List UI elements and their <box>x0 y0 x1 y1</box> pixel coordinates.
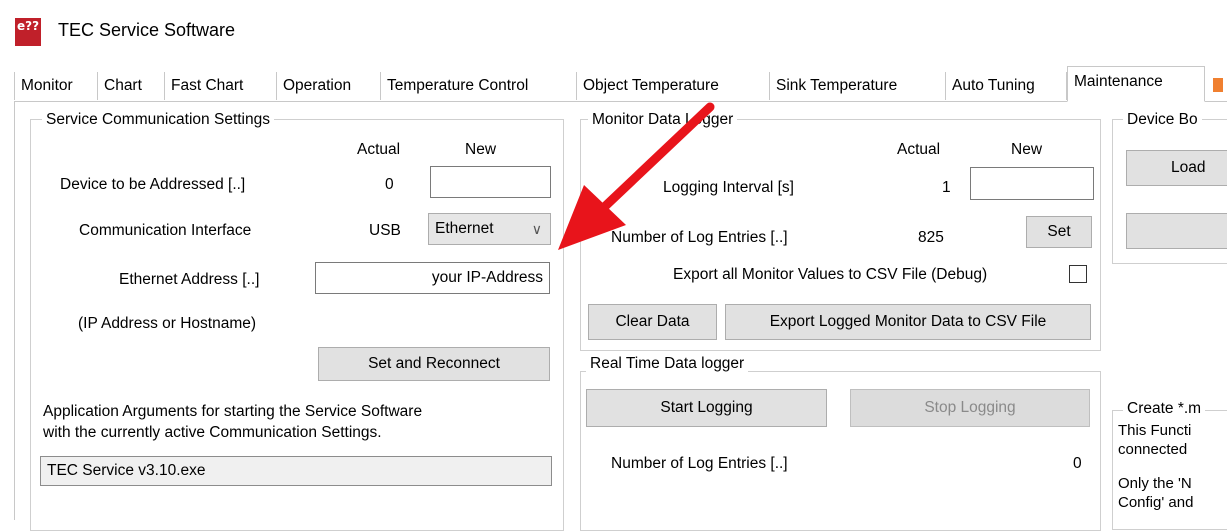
set-and-reconnect-button[interactable]: Set and Reconnect <box>318 347 550 381</box>
app-args-line1: Application Arguments for starting the S… <box>43 403 423 420</box>
create-line2: connected <box>1118 441 1188 458</box>
logging-interval-actual: 1 <box>942 179 951 196</box>
realtime-log-entries-value: 0 <box>1073 455 1082 472</box>
tab-chart[interactable]: Chart <box>98 72 165 100</box>
device-boot-button-2[interactable] <box>1126 213 1227 249</box>
window-title: TEC Service Software <box>58 20 236 40</box>
logging-interval-input[interactable] <box>970 167 1094 200</box>
monitor-col-new-label: New <box>1011 141 1043 158</box>
start-logging-button[interactable]: Start Logging <box>586 389 827 427</box>
device-addressed-label: Device to be Addressed [..] <box>60 176 246 193</box>
app-args-field[interactable]: TEC Service v3.10.exe <box>40 456 552 486</box>
device-boot-title: Device Bo <box>1123 111 1202 129</box>
realtime-log-entries-label: Number of Log Entries [..] <box>611 455 788 472</box>
tab-monitor[interactable]: Monitor <box>14 72 98 100</box>
communication-interface-selected: Ethernet <box>435 220 494 237</box>
log-entries-value: 825 <box>918 229 944 246</box>
communication-interface-select[interactable]: Ethernet ∨ <box>428 213 551 245</box>
load-button[interactable]: Load <box>1126 150 1227 186</box>
tab-scroll-partial <box>1213 78 1223 92</box>
clear-data-button[interactable]: Clear Data <box>588 304 717 340</box>
content-border <box>14 101 15 520</box>
red-arrow-annotation <box>558 102 715 250</box>
communication-interface-actual: USB <box>369 222 401 239</box>
export-logged-data-button[interactable]: Export Logged Monitor Data to CSV File <box>725 304 1091 340</box>
communication-interface-label: Communication Interface <box>79 222 252 239</box>
device-addressed-input[interactable] <box>430 166 551 198</box>
ip-hint-label: (IP Address or Hostname) <box>78 315 257 332</box>
tab-maintenance[interactable]: Maintenance <box>1067 66 1205 102</box>
set-button[interactable]: Set <box>1026 216 1092 248</box>
monitor-col-actual-label: Actual <box>897 141 941 158</box>
ethernet-address-label: Ethernet Address [..] <box>119 271 260 288</box>
tab-sink-temperature[interactable]: Sink Temperature <box>770 72 946 100</box>
tab-fast-chart[interactable]: Fast Chart <box>165 72 277 100</box>
realtime-data-logger-title: Real Time Data logger <box>586 355 749 373</box>
create-line3: Only the 'N <box>1118 475 1192 492</box>
device-addressed-actual: 0 <box>385 176 394 193</box>
col-new-label: New <box>465 141 497 158</box>
app-args-line2: with the currently active Communication … <box>43 424 382 441</box>
app-icon: e?? <box>15 18 41 46</box>
create-line1: This Functi <box>1118 422 1192 439</box>
ethernet-address-input[interactable]: your IP-Address <box>315 262 550 294</box>
export-all-checkbox[interactable] <box>1069 265 1087 283</box>
service-communication-title: Service Communication Settings <box>42 111 274 129</box>
stop-logging-button[interactable]: Stop Logging <box>850 389 1090 427</box>
tab-auto-tuning[interactable]: Auto Tuning <box>946 72 1067 100</box>
export-all-label: Export all Monitor Values to CSV File (D… <box>673 266 988 283</box>
tab-operation[interactable]: Operation <box>277 72 381 100</box>
create-line4: Config' and <box>1118 494 1194 511</box>
col-actual-label: Actual <box>357 141 401 158</box>
create-title: Create *.m <box>1123 400 1206 418</box>
